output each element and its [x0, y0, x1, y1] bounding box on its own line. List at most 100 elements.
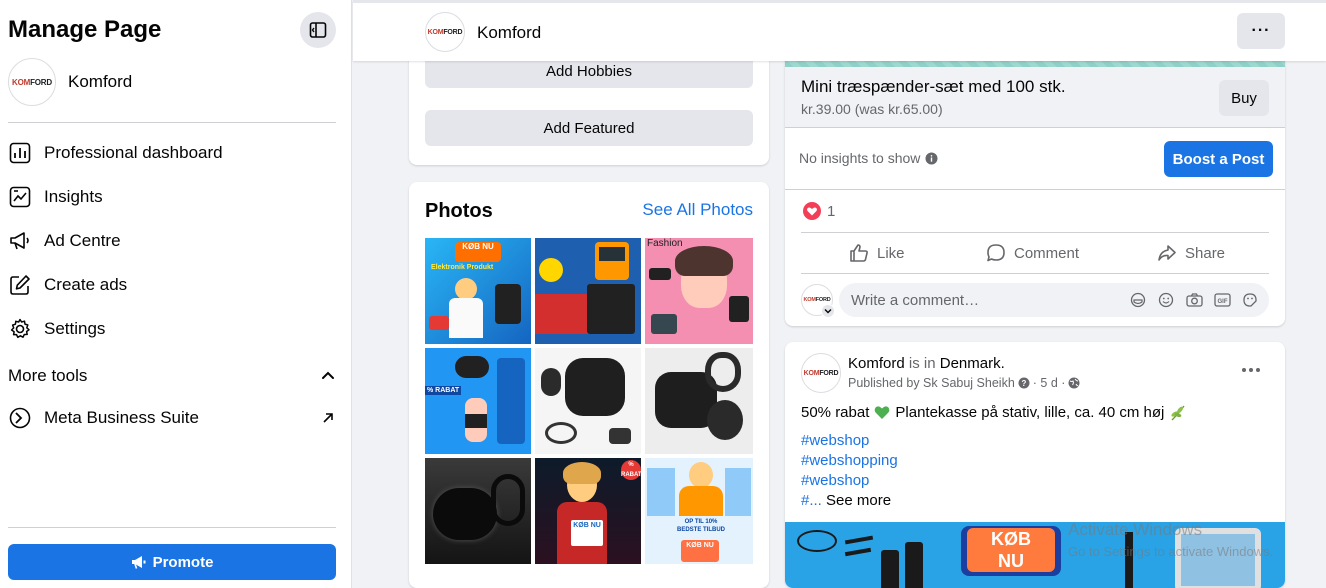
gadget-image — [587, 284, 635, 334]
photo-thumbnail[interactable]: % RABAT KØB NU — [535, 458, 641, 564]
post-options-button[interactable] — [1238, 360, 1264, 380]
chevron-up-icon[interactable] — [318, 366, 338, 386]
avatar-sticker-icon[interactable] — [1130, 292, 1146, 308]
hashtag-link[interactable]: #webshop — [801, 472, 869, 489]
photo-thumbnail[interactable]: OP TIL 10% BEDSTE TILBUD KØB NU — [645, 458, 753, 564]
see-all-photos-link[interactable]: See All Photos — [642, 200, 753, 220]
sidebar-item-professional-dashboard[interactable]: Professional dashboard — [8, 135, 338, 171]
hashtag-truncated[interactable]: #... — [801, 492, 822, 509]
model-hair — [563, 462, 601, 484]
walkie-talkie-image — [905, 542, 923, 588]
accessory-image — [729, 296, 749, 322]
promote-label: Promote — [152, 553, 214, 571]
sticker-icon[interactable] — [1242, 292, 1258, 308]
add-featured-button[interactable]: Add Featured — [425, 110, 753, 146]
megaphone-icon — [8, 229, 32, 253]
hashtag-link[interactable]: #webshopping — [801, 452, 898, 469]
photo-caption: Elektronik Produkt — [431, 264, 494, 271]
post-location-link[interactable]: Denmark — [940, 355, 1001, 372]
stand-image — [1125, 532, 1133, 588]
photo-thumbnail[interactable]: KØB NU Elektronik Produkt — [425, 238, 531, 344]
photo-thumbnail[interactable]: % RABAT — [425, 348, 531, 454]
comment-button[interactable]: Comment — [986, 243, 1079, 263]
question-icon[interactable]: ? — [1018, 377, 1030, 389]
promote-button[interactable]: Promote — [8, 544, 336, 580]
globe-icon — [1068, 377, 1080, 389]
gadget-image — [844, 547, 872, 557]
see-more-link[interactable]: See more — [826, 492, 891, 509]
activate-windows-title: Activate Windows — [1068, 520, 1203, 539]
sidebar-item-settings[interactable]: Settings — [8, 311, 338, 347]
camera-icon[interactable] — [1186, 292, 1203, 308]
earbuds-image — [455, 356, 489, 378]
like-label: Like — [877, 244, 905, 262]
photo-thumbnail[interactable] — [425, 458, 531, 564]
sidebar-item-label: Ad Centre — [44, 231, 121, 250]
no-insights-text: No insights to show — [799, 150, 921, 166]
earbud-tips-image — [609, 428, 631, 444]
product-post-card: Mini træspænder-sæt med 100 stk. kr.39.0… — [785, 40, 1285, 326]
sidebar-item-meta-business-suite[interactable]: Meta Business Suite — [8, 400, 338, 436]
model-shirt — [679, 486, 723, 516]
activate-windows-subtitle: Go to Settings to activate Windows. — [1068, 544, 1274, 559]
sidebar-item-ad-centre[interactable]: Ad Centre — [8, 223, 338, 259]
external-link-icon — [318, 408, 338, 428]
gadget-image — [599, 247, 625, 261]
sidebar-item-insights[interactable]: Insights — [8, 179, 338, 215]
post-meta: Published by Sk Sabuj Sheikh ? · 5 d · — [848, 376, 1080, 390]
page-avatar[interactable]: KOMFORD — [8, 58, 56, 106]
post-author-avatar[interactable]: KOMFORD — [801, 353, 841, 393]
earbud-image — [707, 400, 743, 440]
more-tools-heading[interactable]: More tools — [8, 366, 87, 386]
photo-caption: OP TIL 10% BEDSTE TILBUD — [677, 519, 725, 533]
accessory-image — [651, 314, 677, 334]
earbuds-case-image — [433, 488, 497, 540]
share-button[interactable]: Share — [1157, 243, 1225, 263]
accessory-image — [649, 268, 671, 280]
pencil-icon — [8, 273, 32, 297]
walkie-talkie-image — [881, 550, 899, 588]
divider — [801, 273, 1269, 274]
accessory-panel — [497, 358, 525, 444]
insights-status: No insights to show — [799, 150, 938, 166]
header-page-name[interactable]: Komford — [477, 23, 541, 43]
header-more-button[interactable]: ··· — [1237, 13, 1285, 49]
photo-thumbnail[interactable] — [535, 348, 641, 454]
photo-thumbnail[interactable]: Fashion — [645, 238, 753, 344]
gadget-image — [844, 535, 874, 545]
emoji-icon[interactable] — [1158, 292, 1174, 308]
avatar-chevron-down-icon[interactable] — [821, 304, 835, 318]
product-info[interactable]: Mini træspænder-sæt med 100 stk. kr.39.0… — [785, 67, 1285, 127]
product-price: kr.39.00 (was kr.65.00) — [801, 101, 943, 117]
comment-label: Comment — [1014, 244, 1080, 262]
photo-thumbnail[interactable] — [535, 238, 641, 344]
reactions-summary[interactable]: 1 — [803, 202, 835, 220]
page-header-bar: KOMFORD Komford ··· — [353, 0, 1326, 61]
person-figure — [455, 278, 477, 300]
hashtag-link[interactable]: #webshop — [801, 432, 869, 449]
post-author-link[interactable]: Komford — [848, 355, 905, 372]
gif-icon[interactable]: GIF — [1214, 292, 1231, 308]
herb-icon — [1171, 405, 1185, 420]
buy-button[interactable]: Buy — [1219, 80, 1269, 116]
earphones-image — [797, 530, 837, 552]
sidebar-divider — [8, 122, 336, 123]
like-button[interactable]: Like — [849, 243, 905, 263]
earbud-image — [705, 352, 741, 392]
earbud-image — [491, 474, 525, 526]
sidebar-page-name[interactable]: Komford — [68, 72, 132, 92]
person-figure — [465, 414, 487, 428]
photos-title: Photos — [425, 200, 493, 222]
boost-post-button[interactable]: Boost a Post — [1164, 141, 1273, 177]
gadget-image — [429, 316, 449, 330]
photo-thumbnail[interactable] — [645, 348, 753, 454]
info-icon[interactable] — [925, 152, 938, 165]
post-timestamp[interactable]: · 5 d · — [1033, 376, 1066, 390]
collapse-sidebar-button[interactable] — [300, 12, 336, 48]
gear-icon — [8, 317, 32, 341]
comment-input[interactable]: Write a comment… GIF — [839, 283, 1269, 317]
sidebar-item-create-ads[interactable]: Create ads — [8, 267, 338, 303]
insights-icon — [8, 185, 32, 209]
header-page-avatar[interactable]: KOMFORD — [425, 12, 465, 52]
truck-image — [535, 294, 595, 334]
